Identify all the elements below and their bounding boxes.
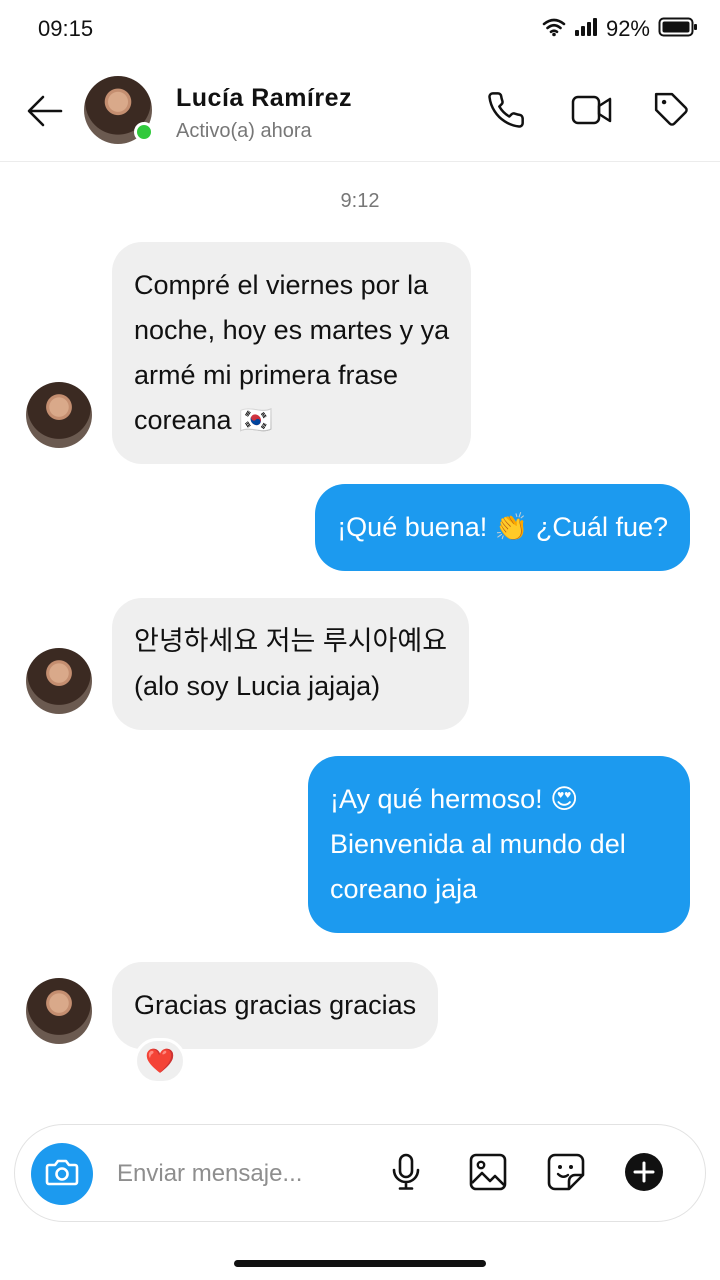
avatar[interactable] <box>26 978 92 1044</box>
chat-header: Lucía Ramírez Activo(a) ahora <box>0 62 720 162</box>
back-button[interactable] <box>20 88 70 138</box>
contact-name[interactable]: Lucía Ramírez <box>176 84 352 113</box>
sticker-button[interactable] <box>543 1151 589 1197</box>
chat-screen: 09:15 92% Lucía Ramírez Activo(a) ahora … <box>0 0 720 1280</box>
home-indicator <box>234 1260 486 1267</box>
outgoing-message[interactable]: ¡Qué buena! 👏 ¿Cuál fue? <box>315 484 690 571</box>
heart-reaction[interactable]: ❤️ <box>134 1038 186 1084</box>
status-bar: 09:15 92% <box>0 0 720 60</box>
voice-message-button[interactable] <box>383 1151 429 1197</box>
microphone-icon <box>391 1153 421 1196</box>
battery-icon <box>658 16 698 43</box>
contact-avatar[interactable] <box>84 76 154 144</box>
incoming-message[interactable]: 안녕하세요 저는 루시아예요 (alo soy Lucia jajaja) <box>112 598 470 730</box>
avatar[interactable] <box>26 648 92 714</box>
plus-icon <box>624 1152 664 1197</box>
message-composer <box>14 1124 706 1222</box>
incoming-message[interactable]: Compré el viernes por la noche, hoy es m… <box>112 242 472 464</box>
online-indicator <box>134 122 154 142</box>
contact-status: Activo(a) ahora <box>176 120 312 142</box>
tag-button[interactable] <box>648 88 696 136</box>
outgoing-message[interactable]: ¡Ay qué hermoso! 😍 Bienvenida al mundo d… <box>308 756 690 933</box>
video-call-button[interactable] <box>568 88 616 136</box>
back-arrow-icon <box>25 93 65 134</box>
sticker-icon <box>547 1153 585 1196</box>
more-options-button[interactable] <box>621 1151 667 1197</box>
message-input[interactable] <box>117 1153 367 1195</box>
incoming-message[interactable]: Gracias gracias gracias <box>112 962 439 1049</box>
gallery-button[interactable] <box>465 1151 511 1197</box>
status-indicators: 92% <box>542 14 698 44</box>
signal-icon <box>574 17 598 42</box>
status-time: 09:15 <box>38 16 94 41</box>
message-timestamp: 9:12 <box>340 190 380 212</box>
video-camera-icon <box>571 93 613 132</box>
camera-button[interactable] <box>31 1143 93 1205</box>
camera-icon <box>45 1157 79 1192</box>
avatar[interactable] <box>26 382 92 448</box>
tag-icon <box>653 91 691 134</box>
voice-call-button[interactable] <box>482 88 530 136</box>
wifi-icon <box>542 17 566 42</box>
battery-percentage: 92% <box>605 16 650 41</box>
phone-icon <box>486 90 526 135</box>
image-icon <box>469 1153 507 1196</box>
